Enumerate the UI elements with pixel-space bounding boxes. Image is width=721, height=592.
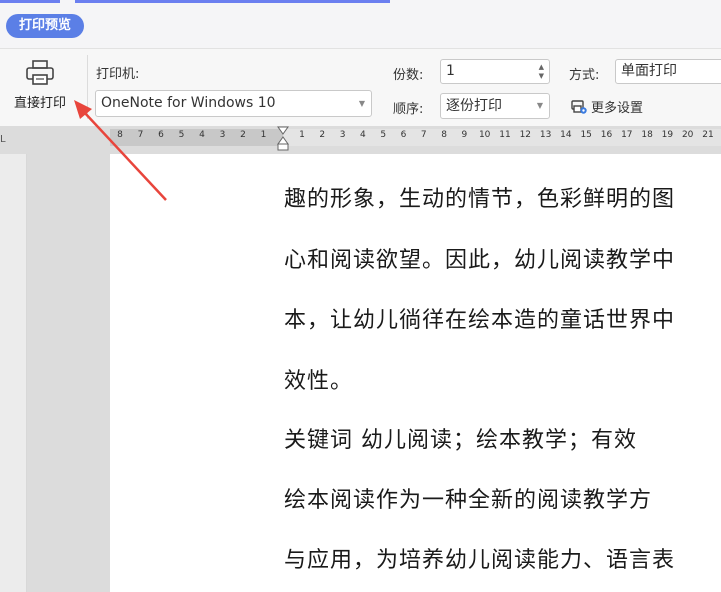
indent-marker-icon[interactable] bbox=[276, 126, 290, 152]
ruler-number: 11 bbox=[499, 130, 511, 140]
more-settings-button[interactable]: 更多设置 bbox=[570, 97, 643, 116]
title-accent bbox=[75, 0, 390, 3]
ruler-number: 18 bbox=[641, 130, 653, 140]
print-toolbar: 直接打印 打印机: OneNote for Windows 10 ▼ 份数: 1… bbox=[0, 48, 721, 127]
dropdown-arrow-icon: ▼ bbox=[536, 101, 543, 110]
ruler-number: 6 bbox=[400, 130, 407, 140]
horizontal-ruler[interactable]: L 87654321 1 2 3 4 5 6 7 8 9 10 11 12 13 14 15 16 17 18 19… bbox=[0, 126, 721, 154]
direct-print-button[interactable]: 直接打印 bbox=[4, 57, 76, 117]
ruler-number: 3 bbox=[339, 130, 346, 140]
ruler-number: 20 bbox=[681, 130, 694, 140]
ruler-number: 7 bbox=[420, 130, 427, 140]
ruler-number: 8 bbox=[441, 130, 447, 140]
more-settings-label: 更多设置 bbox=[591, 101, 644, 116]
ruler-number: 2 bbox=[319, 130, 326, 140]
ruler-number: 13 bbox=[539, 130, 552, 140]
mode-label: 方式: bbox=[569, 68, 600, 83]
ruler-number: 4 bbox=[360, 130, 366, 140]
ruler-number: 16 bbox=[600, 130, 613, 140]
toolbar-separator bbox=[87, 55, 88, 119]
order-value: 逐份打印 bbox=[446, 98, 502, 114]
preview-page: 趣的形象，生动的情节，色彩鲜明的图 心和阅读欲望。因此，幼儿阅读教学中 本，让幼… bbox=[110, 154, 721, 592]
ruler-corner: L bbox=[0, 134, 6, 145]
document-line: 效性。 bbox=[284, 369, 354, 394]
more-settings-icon bbox=[571, 99, 587, 114]
ruler-number: 19 bbox=[661, 130, 674, 140]
document-line: 绘本阅读作为一种全新的阅读教学方 bbox=[284, 488, 653, 513]
ruler-number: 7 bbox=[137, 130, 144, 140]
ruler-number: 2 bbox=[240, 130, 246, 140]
page-gutter bbox=[27, 154, 110, 592]
left-panel bbox=[0, 154, 27, 592]
ruler-number: 1 bbox=[299, 130, 305, 140]
ruler-number: 6 bbox=[158, 130, 164, 140]
printer-icon bbox=[26, 60, 54, 85]
ruler-number: 4 bbox=[199, 130, 205, 140]
document-line: 关键词 幼儿阅读；绘本教学；有效 bbox=[284, 428, 637, 453]
ruler-number: 1 bbox=[260, 130, 267, 140]
mode-value: 单面打印 bbox=[621, 63, 677, 79]
ruler-number: 5 bbox=[380, 130, 387, 140]
copies-label: 份数: bbox=[393, 68, 424, 83]
print-preview-tab[interactable]: 打印预览 bbox=[6, 14, 85, 38]
stepper-down-icon[interactable]: ▼ bbox=[539, 72, 544, 80]
direct-print-label: 直接打印 bbox=[13, 96, 66, 111]
copies-value: 1 bbox=[446, 63, 455, 79]
document-line: 本，让幼儿徜徉在绘本造的童话世界中 bbox=[284, 308, 676, 333]
printer-select[interactable]: OneNote for Windows 10 ▼ bbox=[95, 90, 372, 117]
mode-select[interactable]: 单面打印 bbox=[615, 59, 721, 84]
ruler-number: 5 bbox=[178, 130, 185, 140]
ruler-number: 8 bbox=[117, 130, 123, 140]
order-select[interactable]: 逐份打印 ▼ bbox=[440, 93, 550, 119]
stepper-up-icon[interactable]: ▲ bbox=[539, 63, 544, 71]
ruler-number: 17 bbox=[621, 130, 633, 140]
title-strip: 打印预览 bbox=[0, 0, 721, 48]
ruler-number: 15 bbox=[580, 130, 592, 140]
printer-value: OneNote for Windows 10 bbox=[101, 95, 276, 111]
dropdown-arrow-icon: ▼ bbox=[358, 99, 365, 108]
document-line: 与应用，为培养幼儿阅读能力、语言表 bbox=[284, 548, 676, 573]
printer-label: 打印机: bbox=[96, 67, 140, 82]
ruler-number: 12 bbox=[519, 130, 532, 140]
copies-stepper[interactable]: 1 ▲ ▼ bbox=[440, 59, 550, 84]
ruler-number: 10 bbox=[478, 130, 491, 140]
document-line: 心和阅读欲望。因此，幼儿阅读教学中 bbox=[284, 248, 676, 273]
ruler-number: 21 bbox=[702, 130, 714, 140]
document-line: 趣的形象，生动的情节，色彩鲜明的图 bbox=[284, 187, 676, 212]
order-label: 顺序: bbox=[393, 102, 424, 117]
ruler-number: 3 bbox=[219, 130, 226, 140]
ruler-number: 9 bbox=[461, 130, 468, 140]
ruler-number: 14 bbox=[560, 130, 572, 140]
title-accent-left bbox=[0, 0, 60, 3]
